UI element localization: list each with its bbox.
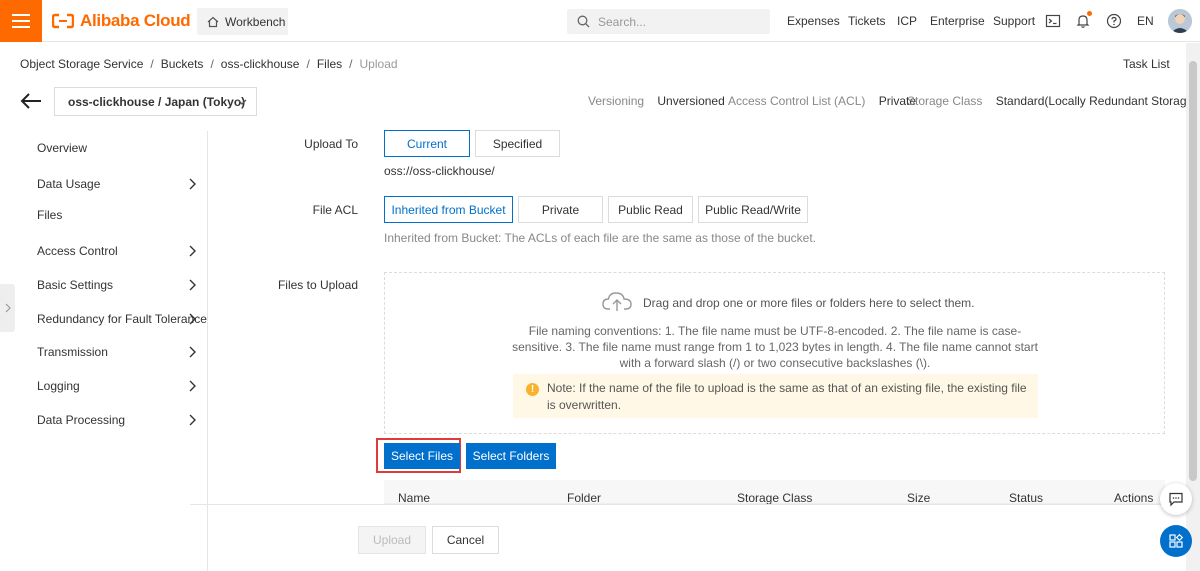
column-name: Name: [398, 491, 431, 505]
breadcrumb-bucket[interactable]: oss-clickhouse: [221, 57, 300, 71]
upload-to-current-button[interactable]: Current: [384, 130, 470, 157]
cloud-upload-icon: [602, 292, 632, 311]
nav-icp[interactable]: ICP: [897, 14, 917, 28]
upload-path: oss://oss-clickhouse/: [384, 164, 495, 178]
storage-class-value: Standard(Locally Redundant Storage): [995, 94, 1198, 108]
column-size: Size: [907, 491, 931, 505]
sidebar-collapse-handle[interactable]: [0, 284, 15, 332]
breadcrumb: Object Storage Service / Buckets / oss-click…: [20, 57, 398, 71]
home-icon: [207, 16, 219, 27]
avatar[interactable]: [1168, 9, 1192, 33]
acl-private-button[interactable]: Private: [518, 196, 603, 223]
apps-button[interactable]: [1160, 525, 1192, 557]
help-icon[interactable]: [1106, 13, 1122, 29]
chevron-right-icon: [189, 380, 196, 392]
notification-badge: [1087, 11, 1092, 16]
upload-to-specified-button[interactable]: Specified: [475, 130, 560, 157]
versioning-value: Unversioned: [657, 94, 725, 108]
upload-table-header: Name Folder Storage Class Size Status Ac…: [384, 480, 1165, 505]
select-files-button[interactable]: Select Files: [384, 443, 460, 469]
warning-icon: !: [526, 383, 539, 396]
nav-tickets[interactable]: Tickets: [848, 14, 886, 28]
column-status: Status: [1009, 491, 1044, 505]
alibaba-logo-icon: [52, 13, 74, 29]
naming-rules: File naming conventions: 1. The file nam…: [512, 324, 1038, 370]
workbench-button[interactable]: Workbench: [197, 8, 288, 35]
upload-button[interactable]: Upload: [358, 526, 426, 554]
sidebar-item-data-usage[interactable]: Data Usage: [37, 177, 100, 191]
search-icon: [577, 15, 590, 28]
versioning-label: Versioning: [588, 94, 645, 108]
sidebar-item-access-control[interactable]: Access Control: [37, 244, 118, 258]
scrollbar-thumb[interactable]: [1189, 61, 1197, 481]
acl-public-read-button[interactable]: Public Read: [608, 196, 693, 223]
sidebar-item-files[interactable]: Files: [37, 208, 62, 222]
back-arrow-icon[interactable]: [20, 92, 42, 110]
nav-enterprise[interactable]: Enterprise: [930, 14, 985, 28]
overwrite-note-text: Note: If the name of the file to upload …: [547, 381, 1027, 412]
terminal-icon[interactable]: [1045, 13, 1061, 29]
drop-zone-title: Drag and drop one or more files or folde…: [643, 296, 975, 310]
sidebar-item-overview[interactable]: Overview: [37, 141, 87, 155]
acl-info: Access Control List (ACL) Private: [728, 94, 916, 108]
brand-name: Alibaba Cloud: [80, 11, 191, 30]
chat-icon: [1169, 492, 1183, 507]
feedback-chat-button[interactable]: [1160, 483, 1192, 515]
search-input[interactable]: Search...: [567, 9, 770, 34]
sidebar-item-transmission[interactable]: Transmission: [37, 345, 108, 359]
chevron-down-icon: [237, 99, 247, 105]
user-avatar-icon: [1168, 9, 1192, 33]
nav-expenses[interactable]: Expenses: [787, 14, 840, 28]
chevron-right-icon: [189, 414, 196, 426]
select-folders-button[interactable]: Select Folders: [466, 443, 556, 469]
chevron-right-icon: [189, 178, 196, 190]
column-actions: Actions: [1114, 491, 1154, 505]
acl-inherited-button[interactable]: Inherited from Bucket: [384, 196, 513, 223]
breadcrumb-files[interactable]: Files: [317, 57, 342, 71]
column-folder: Folder: [567, 491, 602, 505]
versioning-info: Versioning Unversioned: [588, 94, 725, 108]
menu-icon[interactable]: [0, 0, 42, 42]
cancel-button[interactable]: Cancel: [432, 526, 499, 554]
task-list-link[interactable]: Task List: [1123, 57, 1170, 71]
chevron-right-icon: [189, 346, 196, 358]
breadcrumb-buckets[interactable]: Buckets: [161, 57, 204, 71]
sidebar-item-basic-settings[interactable]: Basic Settings: [37, 278, 113, 292]
sidebar-item-logging[interactable]: Logging: [37, 379, 80, 393]
alibaba-cloud-logo[interactable]: Alibaba Cloud: [52, 11, 191, 31]
storage-class-info: Storage Class Standard(Locally Redundant…: [907, 94, 1197, 108]
column-storage-class: Storage Class: [737, 491, 813, 505]
files-to-upload-label: Files to Upload: [277, 278, 358, 292]
file-acl-hint: Inherited from Bucket: The ACLs of each …: [384, 231, 817, 245]
storage-class-label: Storage Class: [907, 94, 983, 108]
sidebar: Overview Data Usage Files Access Control…: [16, 131, 208, 571]
breadcrumb-oss[interactable]: Object Storage Service: [20, 57, 143, 71]
sidebar-item-data-processing[interactable]: Data Processing: [37, 413, 125, 427]
chevron-right-icon: [5, 303, 11, 313]
upload-to-label: Upload To: [304, 137, 358, 151]
acl-public-read-write-button[interactable]: Public Read/Write: [698, 196, 808, 223]
sidebar-item-redundancy[interactable]: Redundancy for Fault Tolerance: [37, 312, 207, 326]
file-acl-label: File ACL: [312, 203, 358, 217]
acl-label: Access Control List (ACL): [728, 94, 866, 108]
divider: [190, 504, 1165, 505]
apps-grid-icon: [1169, 533, 1184, 548]
overwrite-note: ! Note: If the name of the file to uploa…: [513, 374, 1038, 418]
chevron-right-icon: [189, 313, 196, 325]
nav-support[interactable]: Support: [993, 14, 1035, 28]
chevron-right-icon: [189, 279, 196, 291]
file-drop-zone[interactable]: Drag and drop one or more files or folde…: [384, 272, 1165, 434]
language-switch[interactable]: EN: [1137, 14, 1154, 28]
top-navigation-bar: Alibaba Cloud Workbench Search... Expens…: [0, 0, 1200, 42]
bucket-selector[interactable]: oss-clickhouse / Japan (Tokyo): [54, 87, 257, 116]
breadcrumb-upload: Upload: [359, 57, 398, 71]
chevron-right-icon: [189, 245, 196, 257]
workbench-label: Workbench: [225, 14, 286, 29]
bucket-selector-value: oss-clickhouse / Japan (Tokyo): [68, 94, 246, 109]
search-placeholder: Search...: [598, 14, 647, 29]
